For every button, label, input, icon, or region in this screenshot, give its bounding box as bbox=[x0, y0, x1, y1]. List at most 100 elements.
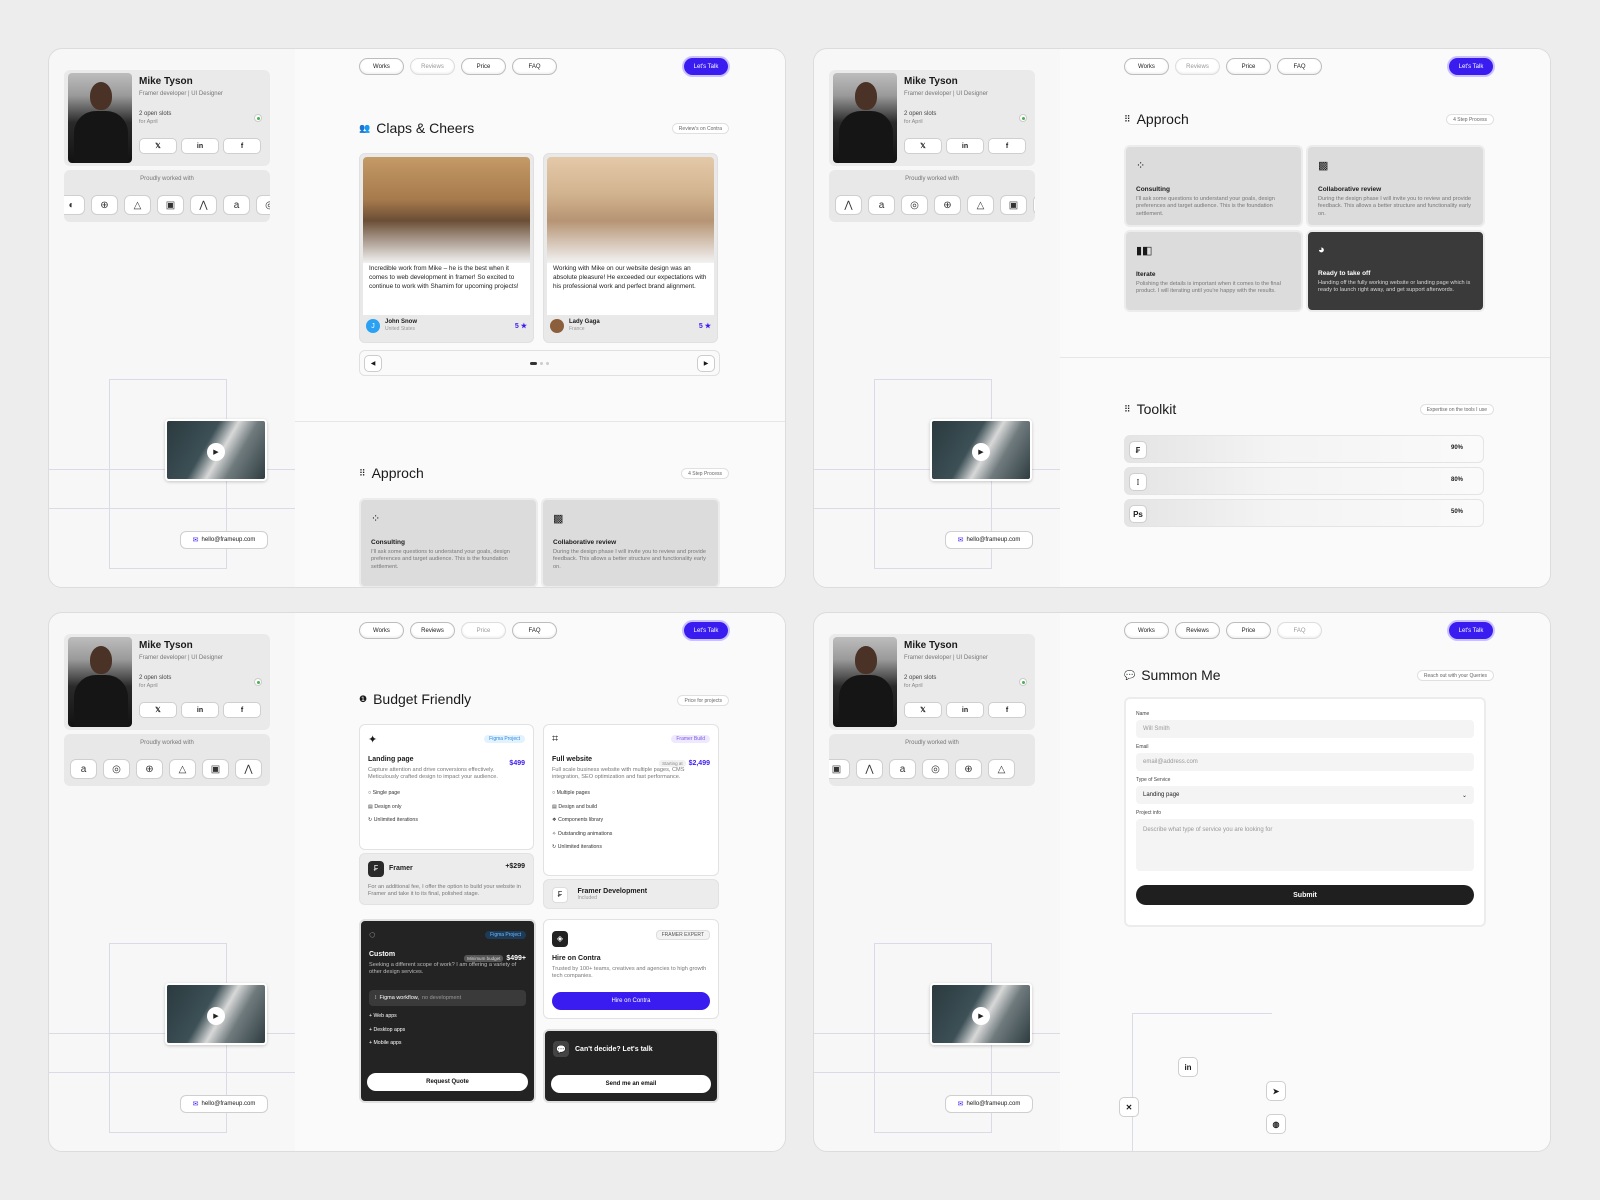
linkedin-link-button[interactable]: in bbox=[946, 702, 984, 718]
nav-price[interactable]: Price bbox=[461, 58, 506, 75]
social-links: 𝕏 in f bbox=[904, 702, 1026, 718]
x-icon[interactable]: ✕ bbox=[1119, 1097, 1139, 1117]
feature-item: ○ Multiple pages bbox=[552, 790, 591, 797]
section-title: ⠿ Approch bbox=[1124, 111, 1189, 127]
contra-title: Hire on Contra bbox=[552, 954, 601, 962]
grid-icon: ⠿ bbox=[1124, 113, 1131, 124]
intro-video[interactable]: ▶ bbox=[165, 983, 267, 1045]
client-logo-icon: ⋀ bbox=[856, 759, 883, 779]
profile-name: Mike Tyson bbox=[904, 76, 958, 87]
hire-on-contra-button[interactable]: Hire on Contra bbox=[552, 992, 710, 1010]
addon-desc: For an additional fee, I offer the optio… bbox=[368, 884, 521, 898]
nav-faq[interactable]: FAQ bbox=[1277, 58, 1322, 75]
intro-video[interactable]: ▶ bbox=[930, 983, 1032, 1045]
facebook-link-button[interactable]: f bbox=[988, 702, 1026, 718]
email-button[interactable]: ✉ hello@frameup.com bbox=[945, 1095, 1033, 1113]
step-desc: I'll ask some questions to understand yo… bbox=[1136, 196, 1275, 217]
nav-reviews[interactable]: Reviews bbox=[410, 58, 455, 75]
review-text: Incredible work from Mike – he is the be… bbox=[363, 263, 530, 315]
nav-price[interactable]: Price bbox=[1226, 622, 1271, 639]
nav-works[interactable]: Works bbox=[359, 622, 404, 639]
pagination-dots[interactable] bbox=[530, 362, 549, 365]
rating: 5 ★ bbox=[514, 323, 527, 330]
client-logo-icon: ⋀ bbox=[835, 195, 862, 215]
pricing-card-full: ⌗ Framer Build Full website Starting at $… bbox=[543, 724, 719, 876]
nav-faq[interactable]: FAQ bbox=[512, 622, 557, 639]
review-card: Working with Mike on our website design … bbox=[543, 153, 718, 343]
profile-sidebar: Mike Tyson Framer developer | UI Designe… bbox=[814, 613, 1060, 1151]
linkedin-icon[interactable]: in bbox=[1178, 1057, 1198, 1077]
photoshop-icon: Ps bbox=[1129, 505, 1147, 523]
cant-decide-card: 💬 Can't decide? Let's talk Send me an ema… bbox=[543, 1029, 719, 1103]
x-link-button[interactable]: 𝕏 bbox=[904, 138, 942, 154]
section-title: ❶ Budget Friendly bbox=[359, 691, 472, 707]
lets-talk-button[interactable]: Let's Talk bbox=[1449, 58, 1493, 75]
worked-with-label: Proudly worked with bbox=[140, 740, 194, 746]
linkedin-link-button[interactable]: in bbox=[181, 702, 219, 718]
nav-reviews[interactable]: Reviews bbox=[410, 622, 455, 639]
nav-reviews[interactable]: Reviews bbox=[1175, 622, 1220, 639]
users-icon: 👥 bbox=[359, 122, 371, 133]
contact-form: Name Will Smith Email email@address.com … bbox=[1124, 697, 1486, 927]
approach-step-card: ▩ Collaborative review During the design… bbox=[1306, 145, 1485, 227]
approach-step-card: ⁘ Consulting I'll ask some questions to … bbox=[1124, 145, 1303, 227]
discord-icon[interactable]: ◍ bbox=[1266, 1114, 1286, 1134]
email-button[interactable]: ✉ hello@frameup.com bbox=[180, 531, 268, 549]
plan-desc: Seeking a different scope of work? I am … bbox=[369, 962, 517, 976]
prev-arrow-icon[interactable]: ◀ bbox=[364, 355, 382, 372]
facebook-link-button[interactable]: f bbox=[988, 138, 1026, 154]
plan-price: Starting at $2,499 bbox=[659, 760, 710, 767]
email-field[interactable]: email@address.com bbox=[1136, 753, 1474, 771]
email-button[interactable]: ✉ hello@frameup.com bbox=[180, 1095, 268, 1113]
intro-video[interactable]: ▶ bbox=[165, 419, 267, 481]
submit-button[interactable]: Submit bbox=[1136, 885, 1474, 905]
telegram-icon[interactable]: ➤ bbox=[1266, 1081, 1286, 1101]
nav-faq[interactable]: FAQ bbox=[512, 58, 557, 75]
x-link-button[interactable]: 𝕏 bbox=[139, 702, 177, 718]
nav-works[interactable]: Works bbox=[1124, 58, 1169, 75]
tool-percent: 80% bbox=[1450, 477, 1463, 483]
social-links: 𝕏 in f bbox=[904, 138, 1026, 154]
intro-video[interactable]: ▶ bbox=[930, 419, 1032, 481]
cant-decide-title: 💬 Can't decide? Let's talk bbox=[553, 1041, 709, 1057]
plan-price: Minimum budget $499+ bbox=[464, 955, 526, 962]
lets-talk-button[interactable]: Let's Talk bbox=[1449, 622, 1493, 639]
linkedin-link-button[interactable]: in bbox=[181, 138, 219, 154]
main-content: Works Reviews Price FAQ Let's Talk 👥 Clap… bbox=[295, 49, 785, 587]
play-icon[interactable]: ▶ bbox=[972, 443, 990, 461]
client-logo-icon: ⋀ bbox=[235, 759, 262, 779]
linkedin-link-button[interactable]: in bbox=[946, 138, 984, 154]
lets-talk-button[interactable]: Let's Talk bbox=[684, 622, 728, 639]
client-logo-icon: ⋀ bbox=[190, 195, 217, 215]
play-icon[interactable]: ▶ bbox=[207, 1007, 225, 1025]
project-info-field[interactable]: Describe what type of service you are lo… bbox=[1136, 819, 1474, 871]
section-title: ⠿ Toolkit bbox=[1124, 401, 1177, 417]
nav-price[interactable]: Price bbox=[1226, 58, 1271, 75]
expert-tag: FRAMER EXPERT bbox=[655, 930, 710, 940]
x-link-button[interactable]: 𝕏 bbox=[904, 702, 942, 718]
facebook-link-button[interactable]: f bbox=[223, 138, 261, 154]
nav-works[interactable]: Works bbox=[1124, 622, 1169, 639]
step-desc: Polishing the details is important when … bbox=[1136, 281, 1281, 295]
social-links: 𝕏 in f bbox=[139, 138, 261, 154]
x-link-button[interactable]: 𝕏 bbox=[139, 138, 177, 154]
facebook-link-button[interactable]: f bbox=[223, 702, 261, 718]
worked-with-label: Proudly worked with bbox=[140, 176, 194, 182]
client-logo-icon: ⊕ bbox=[91, 195, 118, 215]
nav-price[interactable]: Price bbox=[461, 622, 506, 639]
play-icon[interactable]: ▶ bbox=[207, 443, 225, 461]
lets-talk-button[interactable]: Let's Talk bbox=[684, 58, 728, 75]
name-field[interactable]: Will Smith bbox=[1136, 720, 1474, 738]
nav-reviews[interactable]: Reviews bbox=[1175, 58, 1220, 75]
profile-role: Framer developer | UI Designer bbox=[139, 655, 223, 661]
nav-faq[interactable]: FAQ bbox=[1277, 622, 1322, 639]
service-select[interactable]: Landing page ⌄ bbox=[1136, 786, 1474, 804]
step-desc: I'll ask some questions to understand yo… bbox=[371, 549, 510, 570]
request-quote-button[interactable]: Request Quote bbox=[367, 1073, 528, 1091]
next-arrow-icon[interactable]: ▶ bbox=[697, 355, 715, 372]
send-email-button[interactable]: Send me an email bbox=[551, 1075, 711, 1093]
client-logo-icon: ▣ bbox=[1000, 195, 1027, 215]
nav-works[interactable]: Works bbox=[359, 58, 404, 75]
play-icon[interactable]: ▶ bbox=[972, 1007, 990, 1025]
email-button[interactable]: ✉ hello@frameup.com bbox=[945, 531, 1033, 549]
